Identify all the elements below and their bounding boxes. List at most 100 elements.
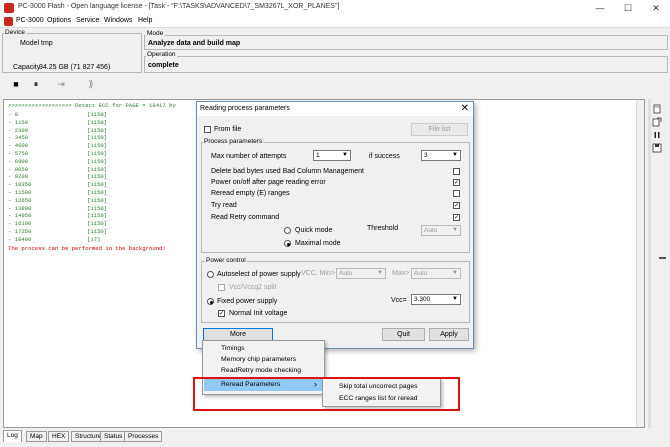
reread-empty-label: Reread empty (E) ranges [211,190,290,197]
app-menu-icon[interactable] [4,17,13,26]
read-retry-label: Read Retry command [211,214,280,221]
operation-panel [144,56,668,73]
normal-init-checkbox[interactable]: ✓ [218,310,225,317]
run-button[interactable]: ⟫ [84,77,98,91]
log-row-offset: - 4600 [8,142,29,150]
tab-status[interactable]: Status [100,431,127,442]
log-row-count: [1150] [87,142,108,150]
menu-help[interactable]: Help [138,17,152,24]
menu-item-readretry-check[interactable]: ReadRetry mode checking [221,367,301,374]
delete-bad-bytes-checkbox[interactable] [453,168,460,175]
autoselect-power-radio[interactable] [207,271,214,278]
chevron-down-icon: ▼ [452,296,458,302]
file-list-button[interactable]: File list [411,123,468,136]
try-read-checkbox[interactable]: ✓ [453,202,460,209]
dialog-title-bar: Reading process parameters ✕ [197,102,473,116]
stop-button[interactable]: ■ [9,77,23,91]
maximal-mode-radio[interactable] [284,240,291,247]
vcc-select[interactable]: 3.300 ▼ [411,294,461,305]
device-group-label: Device [4,29,26,36]
capacity-value: 34.25 GB (71 827 456) [39,64,111,71]
maximal-mode-label: Maximal mode [295,240,341,247]
menu-app[interactable]: PC-3000 [16,17,44,24]
log-row-offset: - 11500 [8,189,32,196]
vcc-min-select[interactable]: Auto ▼ [336,268,386,279]
delete-bad-bytes-label: Delete bad bytes used Bad Column Managem… [211,168,364,175]
chevron-down-icon: ▼ [342,152,348,158]
log-row-offset: - 14950 [8,212,32,220]
log-row-offset: - 10350 [8,181,32,189]
log-row-count: [1150] [87,150,108,157]
model-label: Model [20,40,40,47]
vcc-split-label: Vcc/Vccq2 split [229,284,277,291]
apply-button[interactable]: Apply [429,328,469,341]
menu-item-timings[interactable]: Timings [221,345,245,352]
log-row-count: [1150] [87,157,108,165]
save-icon[interactable] [651,143,663,154]
slider-handle[interactable] [659,257,666,259]
pause-button[interactable]: ⏸ [29,77,43,91]
log-row-offset: - 18400 [8,235,32,243]
operation-group-label: Operation [146,51,177,58]
minimize-button[interactable]: — [586,0,614,16]
log-row-offset: - 2300 [8,126,29,134]
mode-value: Analyze data and build map [148,40,241,47]
log-row-offset: - 17250 [8,228,32,235]
vcc-max-label: Max> [392,270,410,277]
close-button[interactable]: ✕ [642,0,670,16]
tab-processes[interactable]: Processes [124,431,163,442]
log-row-count: [1150] [87,212,108,220]
max-attempts-select[interactable]: 1 ▼ [313,150,351,161]
model-value: tmp [41,40,53,47]
chevron-down-icon: ▼ [377,270,383,276]
menu-windows[interactable]: Windows [104,17,132,24]
fixed-power-radio[interactable] [207,298,214,305]
capacity-label: Capacity [13,64,41,71]
maximize-button[interactable]: ☐ [614,0,642,16]
threshold-label: Threshold [367,225,399,232]
vcc-max-select[interactable]: Auto ▼ [411,268,461,279]
log-row-count: [1150] [87,181,108,189]
chevron-down-icon: ▼ [452,152,458,158]
log-scrollbar[interactable] [636,100,644,427]
reread-empty-checkbox[interactable] [453,190,460,197]
quit-button[interactable]: Quit [382,328,425,341]
log-row-count: [1150] [87,165,108,173]
tab-log[interactable]: Log [3,430,22,442]
if-success-select[interactable]: 3 ▼ [421,150,461,161]
read-retry-checkbox[interactable]: ✓ [453,214,460,221]
process-params-label: Process parameters [203,138,264,145]
vcc-split-checkbox[interactable] [218,284,225,291]
menu-options[interactable]: Options [47,17,71,24]
menu-service[interactable]: Service [76,17,99,24]
log-row-offset: - 8050 [8,165,29,173]
threshold-select[interactable]: Auto ▼ [421,225,461,236]
log-row-offset: - 1150 [8,118,29,126]
log-row-count: [1150] [87,196,108,204]
tab-hex[interactable]: HEX [48,431,70,442]
log-row-count: [1150] [87,111,108,118]
log-row-count: [17] [87,235,101,243]
step-button[interactable]: ⇥ [54,77,68,91]
dialog-title: Reading process parameters [200,105,290,112]
menu-item-memory-chip-params[interactable]: Memory chip parameters [221,356,296,363]
log-header: >>>>>>>>>>>>>>>>>>> Detect ECC for PAGE … [8,102,176,109]
log-row-offset: - 12650 [8,196,32,204]
window-title: PC-3000 Flash - Open language license - … [18,3,340,10]
app-icon [4,3,14,13]
pause-icon[interactable] [651,130,663,141]
log-row-offset: - 3450 [8,134,29,142]
new-doc-icon[interactable] [651,104,663,115]
normal-init-label: Normal Init voltage [229,310,288,317]
dialog-close-icon[interactable]: ✕ [461,103,469,115]
log-row-offset: - 0 [8,111,19,118]
autoselect-power-label: Autoselect of power supply [217,271,301,278]
fixed-power-label: Fixed power supply [217,298,278,305]
tab-map[interactable]: Map [26,431,47,442]
chevron-down-icon: ▼ [452,270,458,276]
log-row-count: [1150] [87,134,108,142]
power-onoff-checkbox[interactable]: ✓ [453,179,460,186]
quick-mode-radio[interactable] [284,227,291,234]
from-file-checkbox[interactable] [204,126,211,133]
export-doc-icon[interactable] [651,117,663,128]
